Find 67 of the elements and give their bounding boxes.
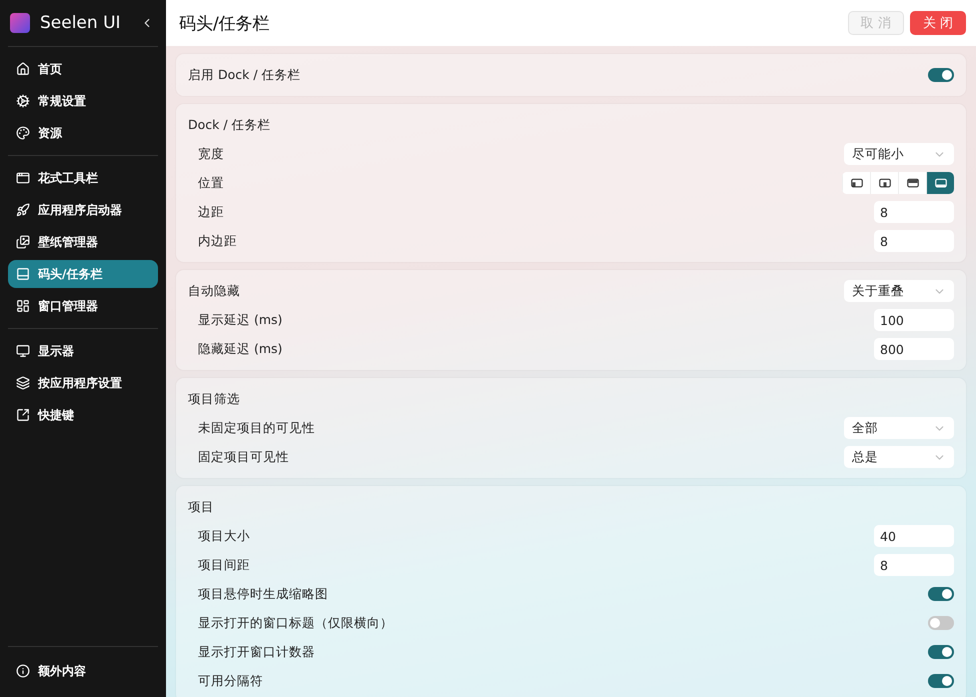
sidebar-item[interactable]: 花式工具栏 [8, 164, 158, 192]
number-field[interactable]: 8 [874, 230, 954, 252]
toggle-switch[interactable] [928, 587, 954, 601]
toggle-switch[interactable] [928, 645, 954, 659]
app-logo [10, 13, 30, 33]
sidebar-item[interactable]: 按应用程序设置 [8, 369, 158, 397]
section-title: 项目 [188, 498, 214, 516]
sidebar-item[interactable]: 首页 [8, 55, 158, 83]
sidebar-item[interactable]: 码头/任务栏 [8, 260, 158, 288]
number-field[interactable]: 40 [874, 525, 954, 547]
setting-label: 宽度 [198, 146, 224, 162]
section-title: Dock / 任务栏 [188, 116, 271, 134]
toggle-switch[interactable] [928, 674, 954, 688]
dock-position-icon [906, 178, 918, 188]
nav-icon [16, 94, 30, 108]
sidebar-item[interactable]: 应用程序启动器 [8, 196, 158, 224]
nav-icon [16, 203, 30, 217]
setting-label: 显示打开的窗口标题（仅限横向） [198, 614, 393, 632]
dropdown[interactable]: 全部 [844, 417, 954, 439]
nav-icon [16, 267, 30, 281]
nav-icon [16, 344, 30, 358]
section-title: 启用 Dock / 任务栏 [188, 66, 301, 84]
setting-label: 内边距 [198, 232, 237, 250]
page-title: 码头/任务栏 [179, 12, 271, 34]
info-icon [16, 664, 30, 678]
nav-icon [16, 171, 30, 185]
nav-icon [16, 235, 30, 249]
dock-position-icon [934, 178, 946, 188]
dropdown[interactable]: 总是 [844, 446, 954, 468]
setting-label: 项目大小 [198, 528, 250, 544]
section-title: 自动隐藏 [188, 282, 240, 300]
dropdown[interactable]: 关于重叠 [844, 280, 954, 302]
number-field[interactable]: 100 [874, 309, 954, 331]
section-title: 项目筛选 [188, 390, 240, 408]
setting-label: 可用分隔符 [198, 672, 263, 690]
setting-label: 固定项目可见性 [198, 448, 289, 466]
position-option[interactable] [926, 172, 954, 194]
setting-label: 项目悬停时生成缩略图 [198, 586, 328, 602]
close-button[interactable]: 关 闭 [910, 11, 966, 35]
sidebar-item[interactable]: 显示器 [8, 337, 158, 365]
toggle-switch[interactable] [928, 616, 954, 630]
nav-icon [16, 62, 30, 76]
setting-label: 显示打开窗口计数器 [198, 644, 315, 660]
number-field[interactable]: 8 [874, 554, 954, 576]
nav-icon [16, 376, 30, 390]
sidebar-item[interactable]: 资源 [8, 119, 158, 147]
toggle-switch[interactable] [928, 68, 954, 82]
nav-icon [16, 408, 30, 422]
nav-icon [16, 299, 30, 313]
nav-icon [16, 126, 30, 140]
sidebar-item[interactable]: 快捷键 [8, 401, 158, 429]
setting-label: 隐藏延迟 (ms) [198, 340, 282, 358]
dock-position-icon [878, 178, 890, 188]
app-name: Seelen UI [40, 13, 122, 33]
number-field[interactable]: 800 [874, 338, 954, 360]
number-field[interactable]: 8 [874, 201, 954, 223]
sidebar-item[interactable]: 常规设置 [8, 87, 158, 115]
sidebar-item[interactable]: 额外内容 [8, 657, 158, 685]
setting-label: 位置 [198, 174, 224, 192]
sidebar-item[interactable]: 壁纸管理器 [8, 228, 158, 256]
setting-label: 显示延迟 (ms) [198, 312, 282, 328]
setting-label: 项目间距 [198, 556, 250, 574]
dropdown[interactable]: 尽可能小 [844, 143, 954, 165]
sidebar-item[interactable]: 窗口管理器 [8, 292, 158, 320]
dock-position-icon [850, 178, 862, 188]
setting-label: 未固定项目的可见性 [198, 420, 315, 436]
setting-label: 边距 [198, 204, 224, 220]
